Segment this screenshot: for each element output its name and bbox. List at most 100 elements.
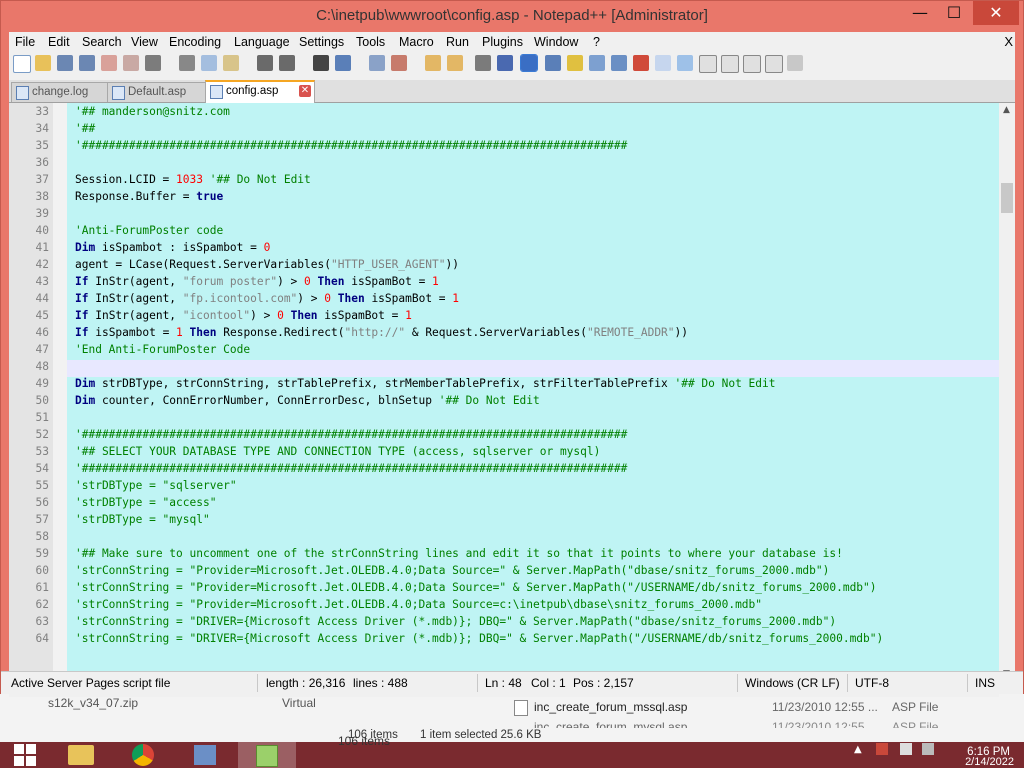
eye-icon[interactable] bbox=[677, 55, 693, 71]
open-file-icon[interactable] bbox=[35, 55, 51, 71]
run-macro-multiple-icon[interactable] bbox=[765, 55, 783, 73]
close-button[interactable]: ✕ bbox=[973, 1, 1019, 25]
code-line[interactable]: Session.LCID = 1033 '## Do Not Edit bbox=[75, 173, 311, 190]
status-encoding[interactable]: UTF-8 bbox=[855, 676, 889, 690]
paste-icon[interactable] bbox=[223, 55, 239, 71]
vertical-scroll-thumb[interactable] bbox=[1001, 183, 1013, 213]
replace-icon[interactable] bbox=[335, 55, 351, 71]
code-line[interactable]: 'End Anti-ForumPoster Code bbox=[75, 343, 250, 360]
new-file-icon[interactable] bbox=[13, 55, 31, 73]
menu-language[interactable]: Language bbox=[234, 35, 290, 49]
code-line[interactable]: 'strDBType = "mysql" bbox=[75, 513, 210, 530]
word-wrap-icon[interactable] bbox=[475, 55, 491, 71]
menu-window[interactable]: Window bbox=[534, 35, 578, 49]
status-eol[interactable]: Windows (CR LF) bbox=[745, 676, 840, 690]
play-macro-icon[interactable] bbox=[743, 55, 761, 73]
zoom-in-icon[interactable] bbox=[369, 55, 385, 71]
stop-macro-icon[interactable] bbox=[721, 55, 739, 73]
code-line[interactable]: '## SELECT YOUR DATABASE TYPE AND CONNEC… bbox=[75, 445, 600, 462]
menu-settings[interactable]: Settings bbox=[299, 35, 344, 49]
close-file-icon[interactable] bbox=[101, 55, 117, 71]
save-icon[interactable] bbox=[57, 55, 73, 71]
code-line[interactable]: If InStr(agent, "icontool") > 0 Then isS… bbox=[75, 309, 412, 326]
tab-default-asp[interactable]: Default.asp bbox=[107, 82, 221, 102]
fold-margin[interactable] bbox=[53, 103, 68, 681]
menu-tools[interactable]: Tools bbox=[356, 35, 385, 49]
menu-run[interactable]: Run bbox=[446, 35, 469, 49]
tray-chevron-icon[interactable]: ▲ bbox=[854, 744, 862, 755]
code-line[interactable]: If InStr(agent, "forum poster") > 0 Then… bbox=[75, 275, 439, 292]
code-line[interactable]: 'strDBType = "access" bbox=[75, 496, 216, 513]
code-line[interactable]: '## bbox=[75, 122, 95, 139]
code-line[interactable]: Dim isSpambot : isSpambot = 0 bbox=[75, 241, 270, 258]
maximize-button[interactable]: ☐ bbox=[937, 1, 971, 25]
action-center-icon[interactable] bbox=[876, 743, 888, 755]
code-line[interactable]: 'strConnString = "Provider=Microsoft.Jet… bbox=[75, 581, 877, 598]
scroll-up-icon[interactable]: ▲ bbox=[1003, 105, 1010, 115]
zoom-out-icon[interactable] bbox=[391, 55, 407, 71]
copy-icon[interactable] bbox=[201, 55, 217, 71]
code-line[interactable]: '## manderson@snitz.com bbox=[75, 105, 230, 122]
close-document-button[interactable]: X bbox=[1004, 34, 1013, 49]
code-line[interactable]: 'strDBType = "sqlserver" bbox=[75, 479, 237, 496]
print-icon[interactable] bbox=[145, 55, 161, 71]
function-list-icon[interactable] bbox=[589, 55, 605, 71]
menu-file[interactable]: File bbox=[15, 35, 35, 49]
find-icon[interactable] bbox=[313, 55, 329, 71]
menu-help[interactable]: ? bbox=[593, 35, 600, 49]
sync-horizontal-icon[interactable] bbox=[447, 55, 463, 71]
menu-encoding[interactable]: Encoding bbox=[169, 35, 221, 49]
status-insert-mode[interactable]: INS bbox=[975, 676, 995, 690]
menu-search[interactable]: Search bbox=[82, 35, 122, 49]
cut-icon[interactable] bbox=[179, 55, 195, 71]
panel-icon[interactable] bbox=[655, 55, 671, 71]
start-button[interactable] bbox=[4, 742, 44, 768]
code-line[interactable]: '#######################################… bbox=[75, 139, 627, 156]
code-line[interactable] bbox=[67, 360, 999, 377]
menu-view[interactable]: View bbox=[131, 35, 158, 49]
minimize-button[interactable]: — bbox=[903, 1, 937, 25]
folder-workspace-icon[interactable] bbox=[611, 55, 627, 71]
code-line[interactable]: '#######################################… bbox=[75, 428, 627, 445]
sync-vertical-icon[interactable] bbox=[425, 55, 441, 71]
menu-plugins[interactable]: Plugins bbox=[482, 35, 523, 49]
code-line[interactable]: '#######################################… bbox=[75, 462, 627, 479]
code-line[interactable]: 'Anti-ForumPoster code bbox=[75, 224, 223, 241]
taskbar-file-explorer[interactable] bbox=[52, 742, 110, 768]
code-line[interactable]: Response.Buffer = true bbox=[75, 190, 223, 207]
record-macro-icon[interactable] bbox=[699, 55, 717, 73]
vertical-scrollbar[interactable]: ▲ ▼ bbox=[999, 103, 1015, 681]
show-all-characters-icon[interactable] bbox=[497, 55, 513, 71]
save-macro-icon[interactable] bbox=[787, 55, 803, 71]
taskbar-app-settings[interactable] bbox=[176, 742, 234, 768]
monitoring-icon[interactable] bbox=[633, 55, 649, 71]
code-editor[interactable]: 33 34 35 36 37 38 39 40 41 42 43 44 45 46 47 48 49 50 51 52… bbox=[9, 103, 1015, 681]
code-line[interactable]: 'strConnString = "Provider=Microsoft.Jet… bbox=[75, 598, 762, 615]
save-all-icon[interactable] bbox=[79, 55, 95, 71]
code-area[interactable]: '## manderson@snitz.com '## '#############… bbox=[67, 103, 999, 681]
menu-edit[interactable]: Edit bbox=[48, 35, 70, 49]
code-line[interactable]: Dim strDBType, strConnString, strTablePr… bbox=[75, 377, 776, 394]
tab-config-asp[interactable]: config.asp ✕ bbox=[205, 80, 315, 103]
code-line[interactable]: agent = LCase(Request.ServerVariables("H… bbox=[75, 258, 459, 275]
user-language-icon[interactable] bbox=[545, 55, 561, 71]
close-all-icon[interactable] bbox=[123, 55, 139, 71]
code-line[interactable]: Dim counter, ConnErrorNumber, ConnErrorD… bbox=[75, 394, 540, 411]
undo-icon[interactable] bbox=[257, 55, 273, 71]
explorer-file-item[interactable]: Virtual bbox=[282, 696, 316, 710]
code-line[interactable]: 'strConnString = "Provider=Microsoft.Jet… bbox=[75, 564, 829, 581]
explorer-row-name[interactable]: inc_create_forum_mssql.asp bbox=[534, 700, 687, 714]
taskbar-chrome[interactable] bbox=[114, 742, 172, 768]
redo-icon[interactable] bbox=[279, 55, 295, 71]
network-icon[interactable] bbox=[900, 743, 912, 755]
taskbar-notepadpp[interactable] bbox=[238, 742, 296, 768]
volume-icon[interactable] bbox=[922, 743, 934, 755]
code-line[interactable]: '## Make sure to uncomment one of the st… bbox=[75, 547, 843, 564]
code-line[interactable]: 'strConnString = "DRIVER={Microsoft Acce… bbox=[75, 632, 883, 649]
code-line[interactable]: 'strConnString = "DRIVER={Microsoft Acce… bbox=[75, 615, 836, 632]
code-line[interactable]: If isSpambot = 1 Then Response.Redirect(… bbox=[75, 326, 688, 343]
document-map-icon[interactable] bbox=[567, 55, 583, 71]
indent-guide-icon[interactable] bbox=[520, 54, 538, 72]
tab-close-icon[interactable]: ✕ bbox=[299, 85, 311, 97]
menu-macro[interactable]: Macro bbox=[399, 35, 434, 49]
